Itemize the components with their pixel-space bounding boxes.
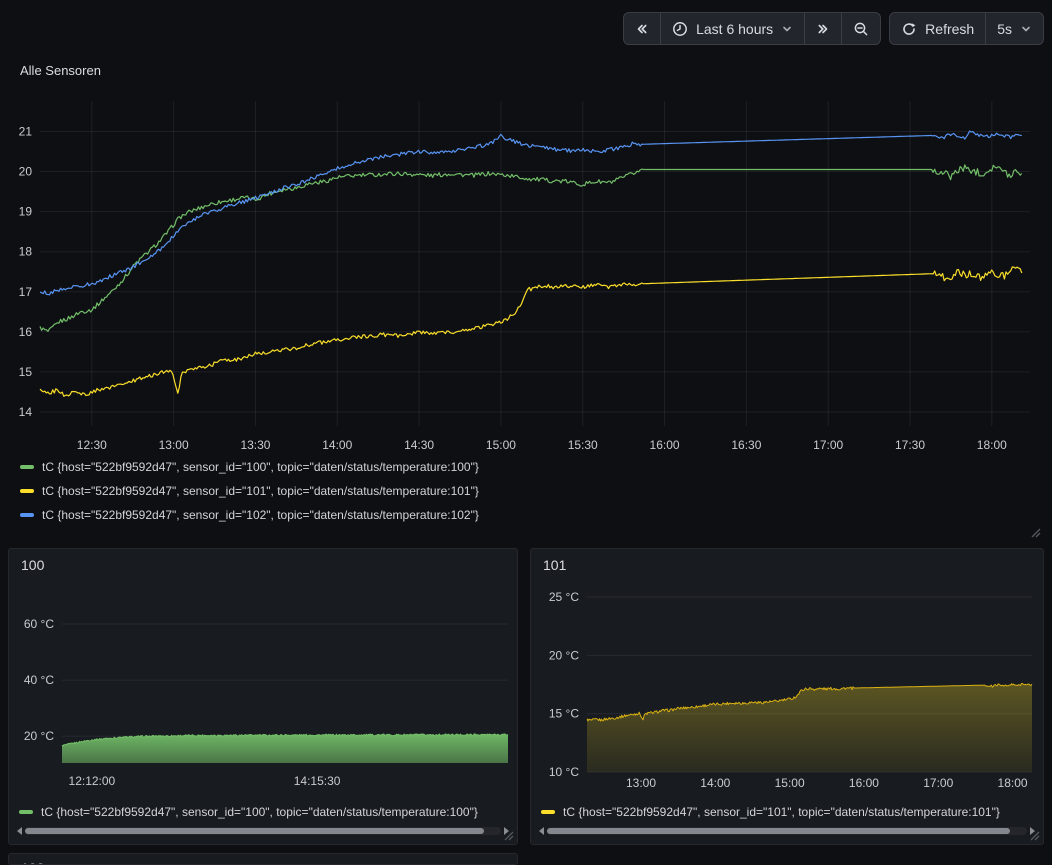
svg-text:15:00: 15:00 <box>486 438 516 452</box>
legend-label: tC {host="522bf9592d47", sensor_id="102"… <box>42 508 479 522</box>
svg-text:13:00: 13:00 <box>159 438 189 452</box>
refresh-interval-dropdown[interactable]: 5s <box>985 13 1043 44</box>
svg-text:16:00: 16:00 <box>650 438 680 452</box>
svg-text:18:00: 18:00 <box>998 776 1028 790</box>
chevron-down-icon <box>781 23 793 35</box>
chevron-down-icon <box>1020 23 1032 35</box>
svg-text:12:30: 12:30 <box>77 438 107 452</box>
legend-item-sensor-102[interactable]: tC {host="522bf9592d47", sensor_id="102"… <box>20 503 479 527</box>
svg-text:16:00: 16:00 <box>849 776 879 790</box>
svg-text:20 °C: 20 °C <box>549 648 579 662</box>
svg-text:14:00: 14:00 <box>700 776 730 790</box>
panel-100: 100 20 °C 40 °C 60 °C 12:12:00 14:15:30 tC {… <box>8 548 518 845</box>
svg-text:13:00: 13:00 <box>626 776 656 790</box>
svg-text:18: 18 <box>19 245 33 259</box>
panel-resize-handle[interactable] <box>504 831 514 841</box>
scroll-left-arrow[interactable] <box>539 827 544 835</box>
grafana-dashboard: { "toolbar": { "time_range_label": "Last… <box>0 0 1052 865</box>
scrollbar-thumb[interactable] <box>547 828 1010 834</box>
double-chevron-right-icon <box>816 22 830 36</box>
panel-title[interactable]: 100 <box>21 557 44 573</box>
svg-text:18:00: 18:00 <box>977 438 1007 452</box>
scrollbar-thumb[interactable] <box>25 828 484 834</box>
panel-title[interactable]: 102 <box>21 860 44 865</box>
legend-swatch-green <box>19 810 33 814</box>
svg-text:20 °C: 20 °C <box>24 729 54 743</box>
legend-item-sensor-100[interactable]: tC {host="522bf9592d47", sensor_id="100"… <box>19 801 511 823</box>
svg-text:17:00: 17:00 <box>923 776 953 790</box>
legend-scrollbar <box>17 826 509 836</box>
svg-text:60 °C: 60 °C <box>24 617 54 631</box>
legend-swatch-yellow <box>20 489 34 493</box>
chart-sensor-101[interactable]: 10 °C 15 °C 20 °C 25 °C 13:00 14:00 15:00 16:00… <box>532 577 1040 797</box>
magnifier-minus-icon <box>853 21 869 37</box>
svg-text:16:30: 16:30 <box>731 438 761 452</box>
panel-title[interactable]: 101 <box>543 557 566 573</box>
refresh-interval-value: 5s <box>997 21 1012 37</box>
legend-item-sensor-101[interactable]: tC {host="522bf9592d47", sensor_id="101"… <box>20 479 479 503</box>
legend-label: tC {host="522bf9592d47", sensor_id="100"… <box>42 460 479 474</box>
svg-text:14:00: 14:00 <box>322 438 352 452</box>
panel-alle-sensoren: Alle Sensoren 14 15 16 17 18 19 20 21 12:30 13:00… <box>8 55 1044 541</box>
panel-title[interactable]: Alle Sensoren <box>20 63 101 78</box>
legend-swatch-green <box>20 465 34 469</box>
svg-text:40 °C: 40 °C <box>24 673 54 687</box>
shift-time-forward-button[interactable] <box>804 13 841 44</box>
legend-swatch-yellow <box>541 810 555 814</box>
svg-text:15:00: 15:00 <box>775 776 805 790</box>
double-chevron-left-icon <box>635 22 649 36</box>
refresh-label: Refresh <box>925 21 974 37</box>
time-range-group: Last 6 hours <box>623 12 881 45</box>
time-controls-toolbar: Last 6 hours Refresh 5s <box>623 12 1044 45</box>
legend-item-sensor-101[interactable]: tC {host="522bf9592d47", sensor_id="101"… <box>541 801 1037 823</box>
svg-text:19: 19 <box>19 205 33 219</box>
chart-sensor-100[interactable]: 20 °C 40 °C 60 °C 12:12:00 14:15:30 <box>10 577 518 791</box>
svg-text:10 °C: 10 °C <box>549 765 579 779</box>
legend-scrollbar <box>539 826 1035 836</box>
zoom-out-time-button[interactable] <box>841 13 880 44</box>
panel-101: 101 10 °C15 °C20 °C25 °C13:0014:0015:001… <box>530 548 1044 845</box>
legend-label: tC {host="522bf9592d47", sensor_id="100"… <box>41 805 478 819</box>
svg-text:14: 14 <box>19 405 33 419</box>
clock-icon <box>672 21 688 37</box>
time-range-label: Last 6 hours <box>696 21 773 37</box>
svg-text:14:30: 14:30 <box>404 438 434 452</box>
time-range-picker-button[interactable]: Last 6 hours <box>660 13 804 44</box>
svg-text:16: 16 <box>19 325 33 339</box>
shift-time-back-button[interactable] <box>624 13 660 44</box>
svg-text:20: 20 <box>19 165 33 179</box>
panel-resize-handle[interactable] <box>1031 528 1041 538</box>
legend-label: tC {host="522bf9592d47", sensor_id="101"… <box>563 805 1000 819</box>
refresh-group: Refresh 5s <box>889 12 1044 45</box>
chart-legend: tC {host="522bf9592d47", sensor_id="100"… <box>20 455 479 527</box>
svg-text:12:12:00: 12:12:00 <box>69 774 116 788</box>
svg-text:15: 15 <box>19 365 33 379</box>
svg-text:17:30: 17:30 <box>895 438 925 452</box>
svg-text:15 °C: 15 °C <box>549 707 579 721</box>
svg-text:13:30: 13:30 <box>240 438 270 452</box>
sync-arrows-icon <box>901 21 917 37</box>
legend-label: tC {host="522bf9592d47", sensor_id="101"… <box>42 484 479 498</box>
chart-alle-sensoren[interactable]: 14 15 16 17 18 19 20 21 12:30 13:00 13:30 14:00 14:3… <box>8 85 1044 467</box>
refresh-button[interactable]: Refresh <box>890 13 985 44</box>
svg-text:21: 21 <box>19 124 33 138</box>
legend-item-sensor-100[interactable]: tC {host="522bf9592d47", sensor_id="100"… <box>20 455 479 479</box>
panel-102: 102 <box>8 853 518 865</box>
svg-text:14:15:30: 14:15:30 <box>294 774 341 788</box>
svg-text:25 °C: 25 °C <box>549 590 579 604</box>
svg-text:17:00: 17:00 <box>813 438 843 452</box>
scrollbar-track[interactable] <box>547 827 1027 835</box>
svg-text:17: 17 <box>19 285 33 299</box>
panel-resize-handle[interactable] <box>1030 831 1040 841</box>
scroll-left-arrow[interactable] <box>17 827 22 835</box>
svg-text:15:30: 15:30 <box>568 438 598 452</box>
scrollbar-track[interactable] <box>25 827 501 835</box>
legend-swatch-blue <box>20 513 34 517</box>
